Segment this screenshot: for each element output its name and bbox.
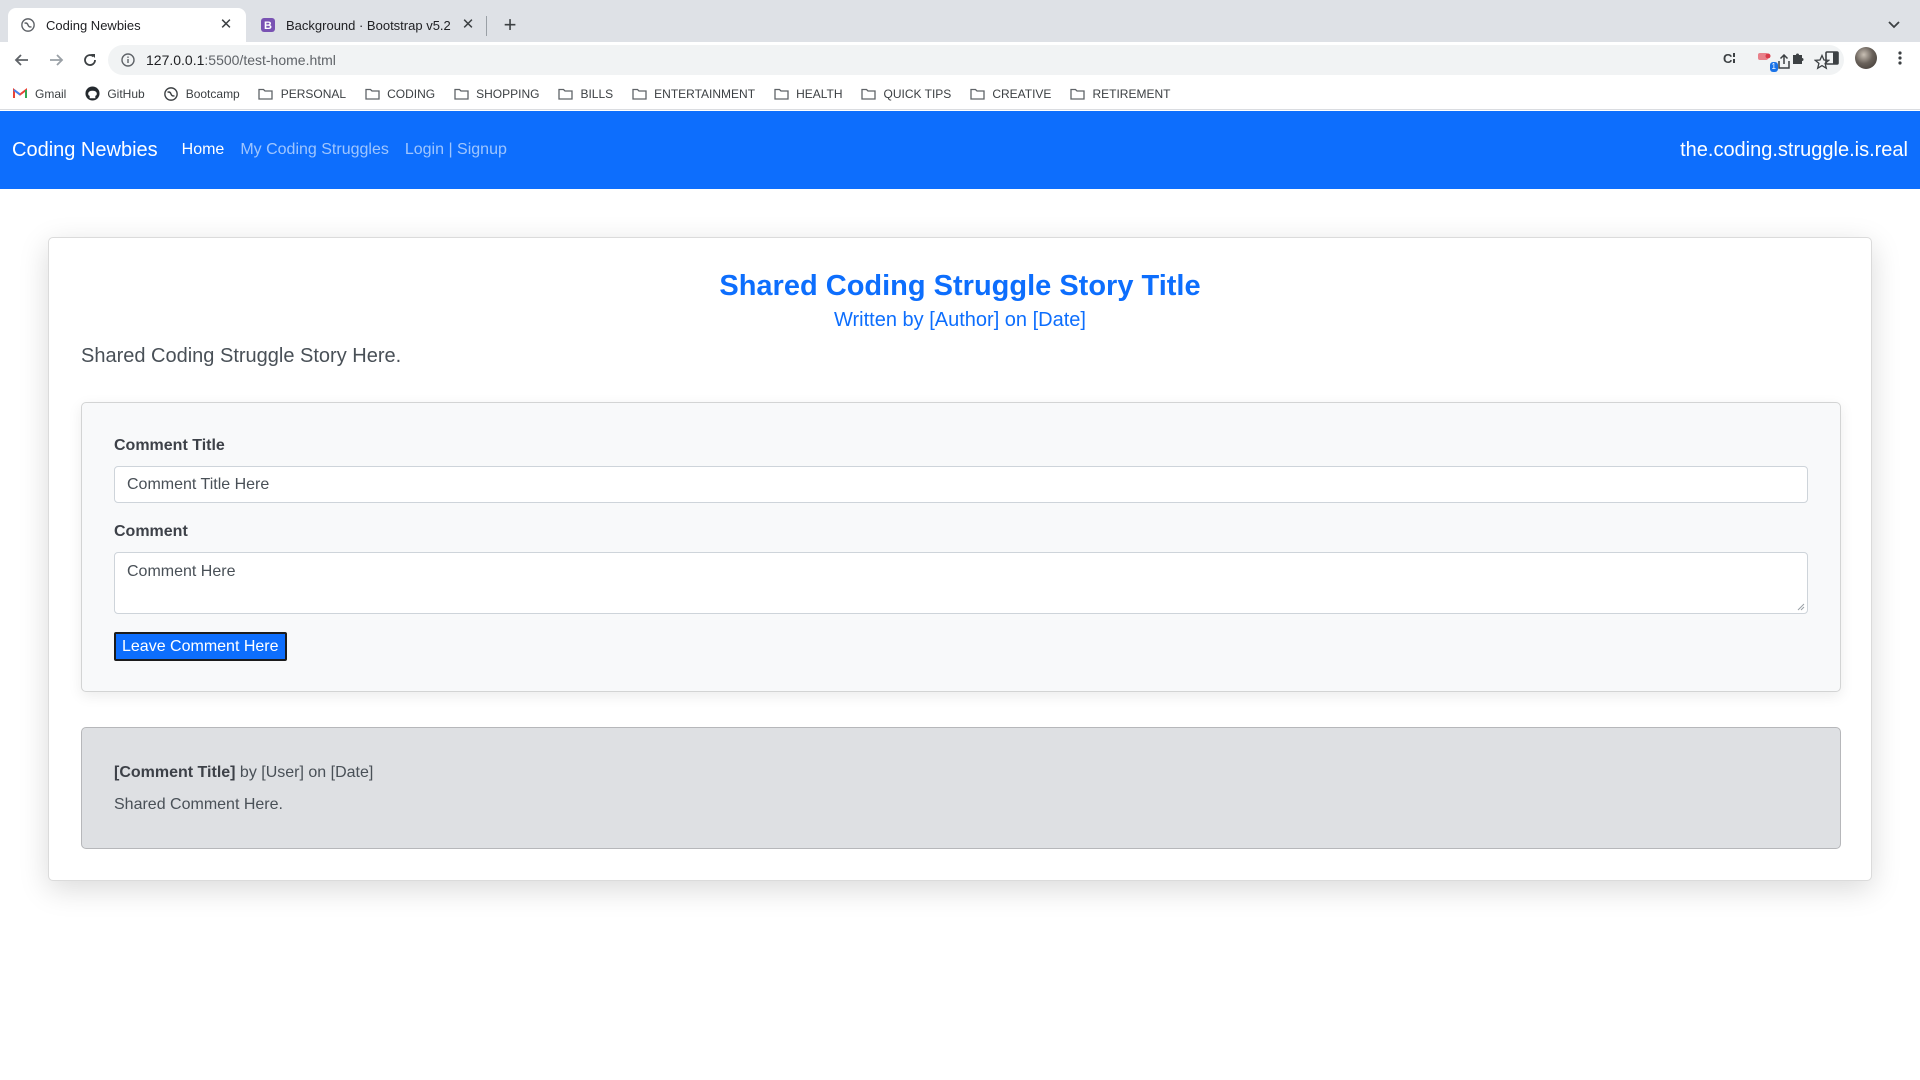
svg-text:C: C: [1723, 51, 1733, 66]
site-navbar: Coding Newbies Home My Coding Struggles …: [0, 111, 1920, 189]
new-tab-icon[interactable]: +: [496, 12, 524, 40]
bookmark-folder-creative[interactable]: CREATIVE: [969, 86, 1051, 102]
folder-icon: [861, 86, 877, 102]
comment-meta: by [User] on [Date]: [235, 764, 374, 781]
bookmarks-bar: Gmail GitHub Bootcamp PERSONAL CODING SH…: [0, 78, 1920, 110]
story-byline: Written by [Author] on [Date]: [834, 309, 1086, 331]
address-bar[interactable]: 127.0.0.1:5500/test-home.html: [108, 45, 1844, 75]
svg-text:B: B: [264, 20, 272, 32]
globe-icon: [20, 17, 36, 33]
site-tagline: the.coding.struggle.is.real: [1680, 138, 1908, 161]
nav-link-my-coding-struggles[interactable]: My Coding Struggles: [240, 141, 389, 159]
tab-separator: [486, 16, 487, 36]
puzzle-piece-icon[interactable]: [1786, 46, 1810, 70]
github-icon: [84, 86, 100, 102]
extension-badge: 1: [1769, 62, 1778, 72]
back-arrow-icon[interactable]: [6, 44, 38, 76]
folder-icon: [258, 86, 274, 102]
comment-title-input[interactable]: Comment Title Here: [114, 466, 1808, 503]
extensions-area: C 1: [1718, 46, 1912, 72]
close-tab-icon[interactable]: ✕: [218, 17, 234, 33]
story-title: Shared Coding Struggle Story Title: [719, 270, 1201, 302]
bookmark-folder-personal[interactable]: PERSONAL: [258, 86, 346, 102]
bootstrap-icon: B: [260, 17, 276, 33]
nav-link-login-signup[interactable]: Login | Signup: [405, 141, 507, 159]
comment-title-placeholder: Comment Title Here: [127, 475, 270, 493]
gmail-icon: [12, 86, 28, 102]
close-tab-icon[interactable]: ✕: [460, 17, 476, 33]
bookmark-folder-health[interactable]: HEALTH: [773, 86, 843, 102]
comment-header: [Comment Title] by [User] on [Date]: [114, 764, 373, 782]
extension-red-icon[interactable]: 1: [1752, 46, 1778, 72]
tab-title: Background · Bootstrap v5.2: [286, 17, 451, 33]
comment-title: [Comment Title]: [114, 764, 236, 781]
chevron-down-icon[interactable]: [1882, 12, 1906, 36]
comment-placeholder: Comment Here: [127, 563, 236, 580]
comment-form: Comment Title Comment Title Here Comment…: [81, 402, 1841, 692]
url-text: 127.0.0.1:5500/test-home.html: [146, 52, 336, 68]
browser-toolbar: 127.0.0.1:5500/test-home.html C 1: [0, 42, 1920, 78]
bookmark-gmail[interactable]: Gmail: [12, 86, 66, 102]
comment-title-label: Comment Title: [114, 437, 225, 454]
bookmark-folder-shopping[interactable]: SHOPPING: [453, 86, 539, 102]
folder-icon: [631, 86, 647, 102]
folder-icon: [453, 86, 469, 102]
leave-comment-button[interactable]: Leave Comment Here: [114, 632, 287, 661]
forward-arrow-icon[interactable]: [40, 44, 72, 76]
nav-link-home[interactable]: Home: [182, 141, 225, 159]
reload-icon[interactable]: [74, 44, 106, 76]
story-card: Shared Coding Struggle Story Title Writt…: [48, 237, 1872, 881]
tab-coding-newbies[interactable]: Coding Newbies ✕: [8, 8, 246, 42]
comment-label: Comment: [114, 523, 188, 540]
side-panel-icon[interactable]: [1820, 46, 1844, 70]
comment-card: [Comment Title] by [User] on [Date] Shar…: [81, 727, 1841, 849]
site-brand[interactable]: Coding Newbies: [12, 139, 158, 162]
bookmark-folder-retirement[interactable]: RETIREMENT: [1069, 86, 1170, 102]
globe-icon: [163, 86, 179, 102]
resize-handle-icon[interactable]: [1797, 603, 1805, 611]
info-icon[interactable]: [120, 52, 136, 68]
folder-icon: [364, 86, 380, 102]
kebab-menu-icon[interactable]: [1888, 46, 1912, 70]
extension-c-icon[interactable]: C: [1718, 46, 1742, 70]
bookmark-bootcamp[interactable]: Bootcamp: [163, 86, 240, 102]
bookmark-folder-entertainment[interactable]: ENTERTAINMENT: [631, 86, 755, 102]
folder-icon: [969, 86, 985, 102]
bookmark-folder-bills[interactable]: BILLS: [557, 86, 613, 102]
folder-icon: [1069, 86, 1085, 102]
bookmark-folder-coding[interactable]: CODING: [364, 86, 435, 102]
story-body: Shared Coding Struggle Story Here.: [81, 345, 402, 367]
comment-body: Shared Comment Here.: [114, 796, 283, 813]
tab-bootstrap-background[interactable]: B Background · Bootstrap v5.2 ✕: [248, 8, 488, 42]
folder-icon: [557, 86, 573, 102]
bookmark-folder-quick-tips[interactable]: QUICK TIPS: [861, 86, 951, 102]
comment-textarea[interactable]: Comment Here: [114, 552, 1808, 614]
folder-icon: [773, 86, 789, 102]
tab-title: Coding Newbies: [46, 17, 141, 33]
bookmark-github[interactable]: GitHub: [84, 86, 145, 102]
profile-avatar[interactable]: [1854, 46, 1878, 70]
browser-tabstrip: Coding Newbies ✕ B Background · Bootstra…: [0, 0, 1920, 42]
